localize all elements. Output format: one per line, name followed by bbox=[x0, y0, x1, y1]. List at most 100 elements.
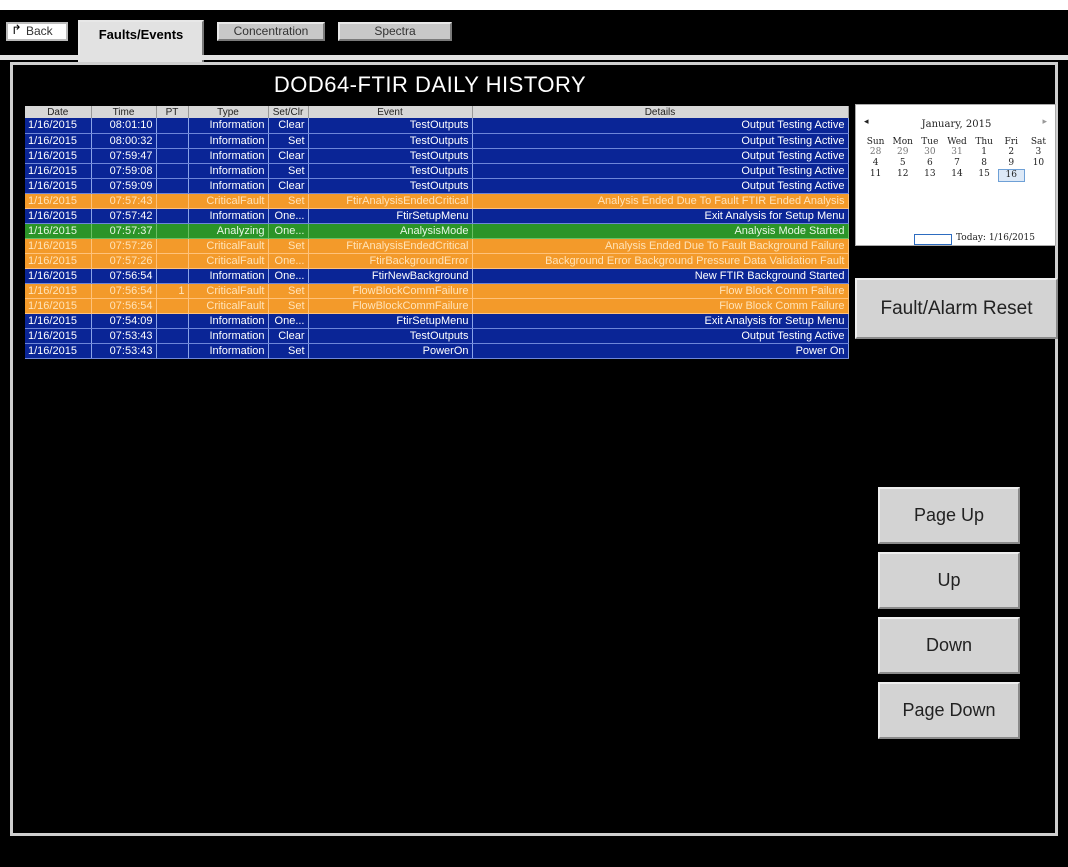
column-header[interactable]: Event bbox=[308, 106, 473, 118]
table-cell: CriticalFault bbox=[188, 238, 269, 254]
table-cell: 07:57:43 bbox=[91, 193, 157, 209]
table-row[interactable]: 1/16/2015 08:01:10 Information Clear TestOut… bbox=[25, 118, 849, 134]
tab-bar: ↱ Back Faults/Events Concentration Spect… bbox=[0, 10, 1068, 65]
table-cell: Analysis Mode Started bbox=[472, 223, 849, 239]
table-cell: FlowBlockCommFailure bbox=[308, 298, 473, 314]
top-strip bbox=[0, 0, 1068, 10]
table-cell: Set bbox=[268, 238, 309, 254]
back-label: Back bbox=[26, 24, 53, 38]
page-up-button[interactable]: Page Up bbox=[878, 487, 1020, 544]
table-cell: Output Testing Active bbox=[472, 328, 849, 344]
calendar-day[interactable]: 7 bbox=[943, 158, 970, 169]
column-header[interactable]: PT bbox=[156, 106, 189, 118]
table-row[interactable]: 1/16/2015 07:56:54 Information One... FtirNe… bbox=[25, 268, 849, 284]
table-cell: Information bbox=[188, 163, 269, 179]
column-header[interactable]: Time bbox=[91, 106, 157, 118]
calendar-today-link[interactable]: Today: 1/16/2015 bbox=[956, 233, 1035, 243]
date-calendar[interactable]: ◂ January, 2015 ▸ Sun Mon Tue Wed Thu Fri Sat … bbox=[855, 104, 1056, 246]
table-row[interactable]: 1/16/2015 07:59:47 Information Clear TestOut… bbox=[25, 148, 849, 164]
calendar-date-grid: 28 29 30 31 1 2 3 4 5 6 7 8 9 10 11 12 13 14 15 16 bbox=[862, 147, 1052, 182]
page-down-button[interactable]: Page Down bbox=[878, 682, 1020, 739]
column-header[interactable]: Details bbox=[472, 106, 849, 118]
tab-underline bbox=[0, 55, 1068, 60]
next-month-icon[interactable]: ▸ bbox=[1042, 117, 1047, 127]
table-row[interactable]: 1/16/2015 07:56:54 1 CriticalFault Set FlowBl… bbox=[25, 283, 849, 299]
calendar-day[interactable]: 13 bbox=[916, 169, 943, 180]
today-marker-icon bbox=[914, 234, 952, 245]
calendar-day[interactable]: 8 bbox=[971, 158, 998, 169]
back-button[interactable]: ↱ Back bbox=[6, 22, 68, 41]
table-cell: 1/16/2015 bbox=[25, 163, 92, 179]
table-cell: Exit Analysis for Setup Menu bbox=[472, 313, 849, 329]
column-header[interactable]: Type bbox=[188, 106, 269, 118]
table-cell: 07:59:47 bbox=[91, 148, 157, 164]
table-row[interactable]: 1/16/2015 07:59:09 Information Clear TestOut… bbox=[25, 178, 849, 194]
table-cell: 07:56:54 bbox=[91, 298, 157, 314]
down-button[interactable]: Down bbox=[878, 617, 1020, 674]
calendar-day[interactable]: 5 bbox=[889, 158, 916, 169]
calendar-month-title[interactable]: January, 2015 bbox=[856, 119, 1057, 130]
calendar-day[interactable]: 15 bbox=[971, 169, 998, 180]
table-row[interactable]: 1/16/2015 07:57:26 CriticalFault One... Ftir… bbox=[25, 253, 849, 269]
table-cell bbox=[156, 193, 189, 209]
table-cell: 1/16/2015 bbox=[25, 328, 92, 344]
table-cell: 07:56:54 bbox=[91, 268, 157, 284]
calendar-day[interactable]: 3 bbox=[1025, 147, 1052, 158]
table-cell: TestOutputs bbox=[308, 178, 473, 194]
table-cell: FtirSetupMenu bbox=[308, 313, 473, 329]
table-cell bbox=[156, 313, 189, 329]
calendar-day[interactable]: 4 bbox=[862, 158, 889, 169]
calendar-weekday: Mon bbox=[892, 137, 913, 147]
table-header-row: Date Time PT Type Set/Clr Event Details bbox=[25, 106, 849, 118]
tab-concentration[interactable]: Concentration bbox=[217, 22, 325, 41]
column-header[interactable]: Date bbox=[25, 106, 92, 118]
table-cell: 07:59:08 bbox=[91, 163, 157, 179]
calendar-day[interactable]: 9 bbox=[998, 158, 1025, 169]
calendar-day[interactable]: 1 bbox=[971, 147, 998, 158]
calendar-day[interactable]: 6 bbox=[916, 158, 943, 169]
fault-alarm-reset-button[interactable]: Fault/Alarm Reset bbox=[855, 278, 1058, 339]
table-cell: Clear bbox=[268, 118, 309, 134]
table-row[interactable]: 1/16/2015 07:53:43 Information Set PowerOn Po… bbox=[25, 343, 849, 359]
calendar-weekday: Sat bbox=[1030, 137, 1046, 147]
table-cell: FtirAnalysisEndedCritical bbox=[308, 193, 473, 209]
calendar-day[interactable]: 16 bbox=[997, 169, 1025, 182]
column-header[interactable]: Set/Clr bbox=[268, 106, 309, 118]
calendar-day[interactable]: 31 bbox=[943, 147, 970, 158]
table-cell: 1/16/2015 bbox=[25, 268, 92, 284]
calendar-day[interactable]: 10 bbox=[1025, 158, 1052, 169]
table-cell: 1/16/2015 bbox=[25, 298, 92, 314]
table-row[interactable]: 1/16/2015 07:57:43 CriticalFault Set FtirAna… bbox=[25, 193, 849, 209]
calendar-day[interactable]: 11 bbox=[862, 169, 889, 180]
table-cell bbox=[156, 133, 189, 149]
table-cell: 1/16/2015 bbox=[25, 223, 92, 239]
table-cell: Information bbox=[188, 328, 269, 344]
table-cell: 07:53:43 bbox=[91, 343, 157, 359]
table-row[interactable]: 1/16/2015 07:54:09 Information One... FtirSe… bbox=[25, 313, 849, 329]
calendar-day[interactable]: 12 bbox=[889, 169, 916, 180]
table-row[interactable]: 1/16/2015 07:57:42 Information One... FtirSe… bbox=[25, 208, 849, 224]
calendar-day[interactable]: 14 bbox=[943, 169, 970, 180]
table-row[interactable]: 1/16/2015 07:53:43 Information Clear TestOut… bbox=[25, 328, 849, 344]
table-row[interactable]: 1/16/2015 08:00:32 Information Set TestOutpu… bbox=[25, 133, 849, 149]
calendar-day[interactable]: 28 bbox=[862, 147, 889, 158]
table-cell: 1/16/2015 bbox=[25, 148, 92, 164]
tab-spectra[interactable]: Spectra bbox=[338, 22, 452, 41]
table-cell: CriticalFault bbox=[188, 283, 269, 299]
calendar-day[interactable]: 30 bbox=[916, 147, 943, 158]
table-cell: One... bbox=[268, 313, 309, 329]
table-cell bbox=[156, 163, 189, 179]
table-row[interactable]: 1/16/2015 07:59:08 Information Set TestOutpu… bbox=[25, 163, 849, 179]
calendar-day[interactable]: 29 bbox=[889, 147, 916, 158]
calendar-day[interactable]: 2 bbox=[998, 147, 1025, 158]
table-row[interactable]: 1/16/2015 07:56:54 CriticalFault Set FlowBlo… bbox=[25, 298, 849, 314]
up-button[interactable]: Up bbox=[878, 552, 1020, 609]
table-cell bbox=[156, 178, 189, 194]
table-cell: Analysis Ended Due To Fault Background F… bbox=[472, 238, 849, 254]
table-row[interactable]: 1/16/2015 07:57:26 CriticalFault Set FtirAna… bbox=[25, 238, 849, 254]
table-cell bbox=[156, 343, 189, 359]
table-cell: Information bbox=[188, 178, 269, 194]
table-cell: Output Testing Active bbox=[472, 118, 849, 134]
table-cell: Set bbox=[268, 283, 309, 299]
table-row[interactable]: 1/16/2015 07:57:37 Analyzing One... Analysis… bbox=[25, 223, 849, 239]
